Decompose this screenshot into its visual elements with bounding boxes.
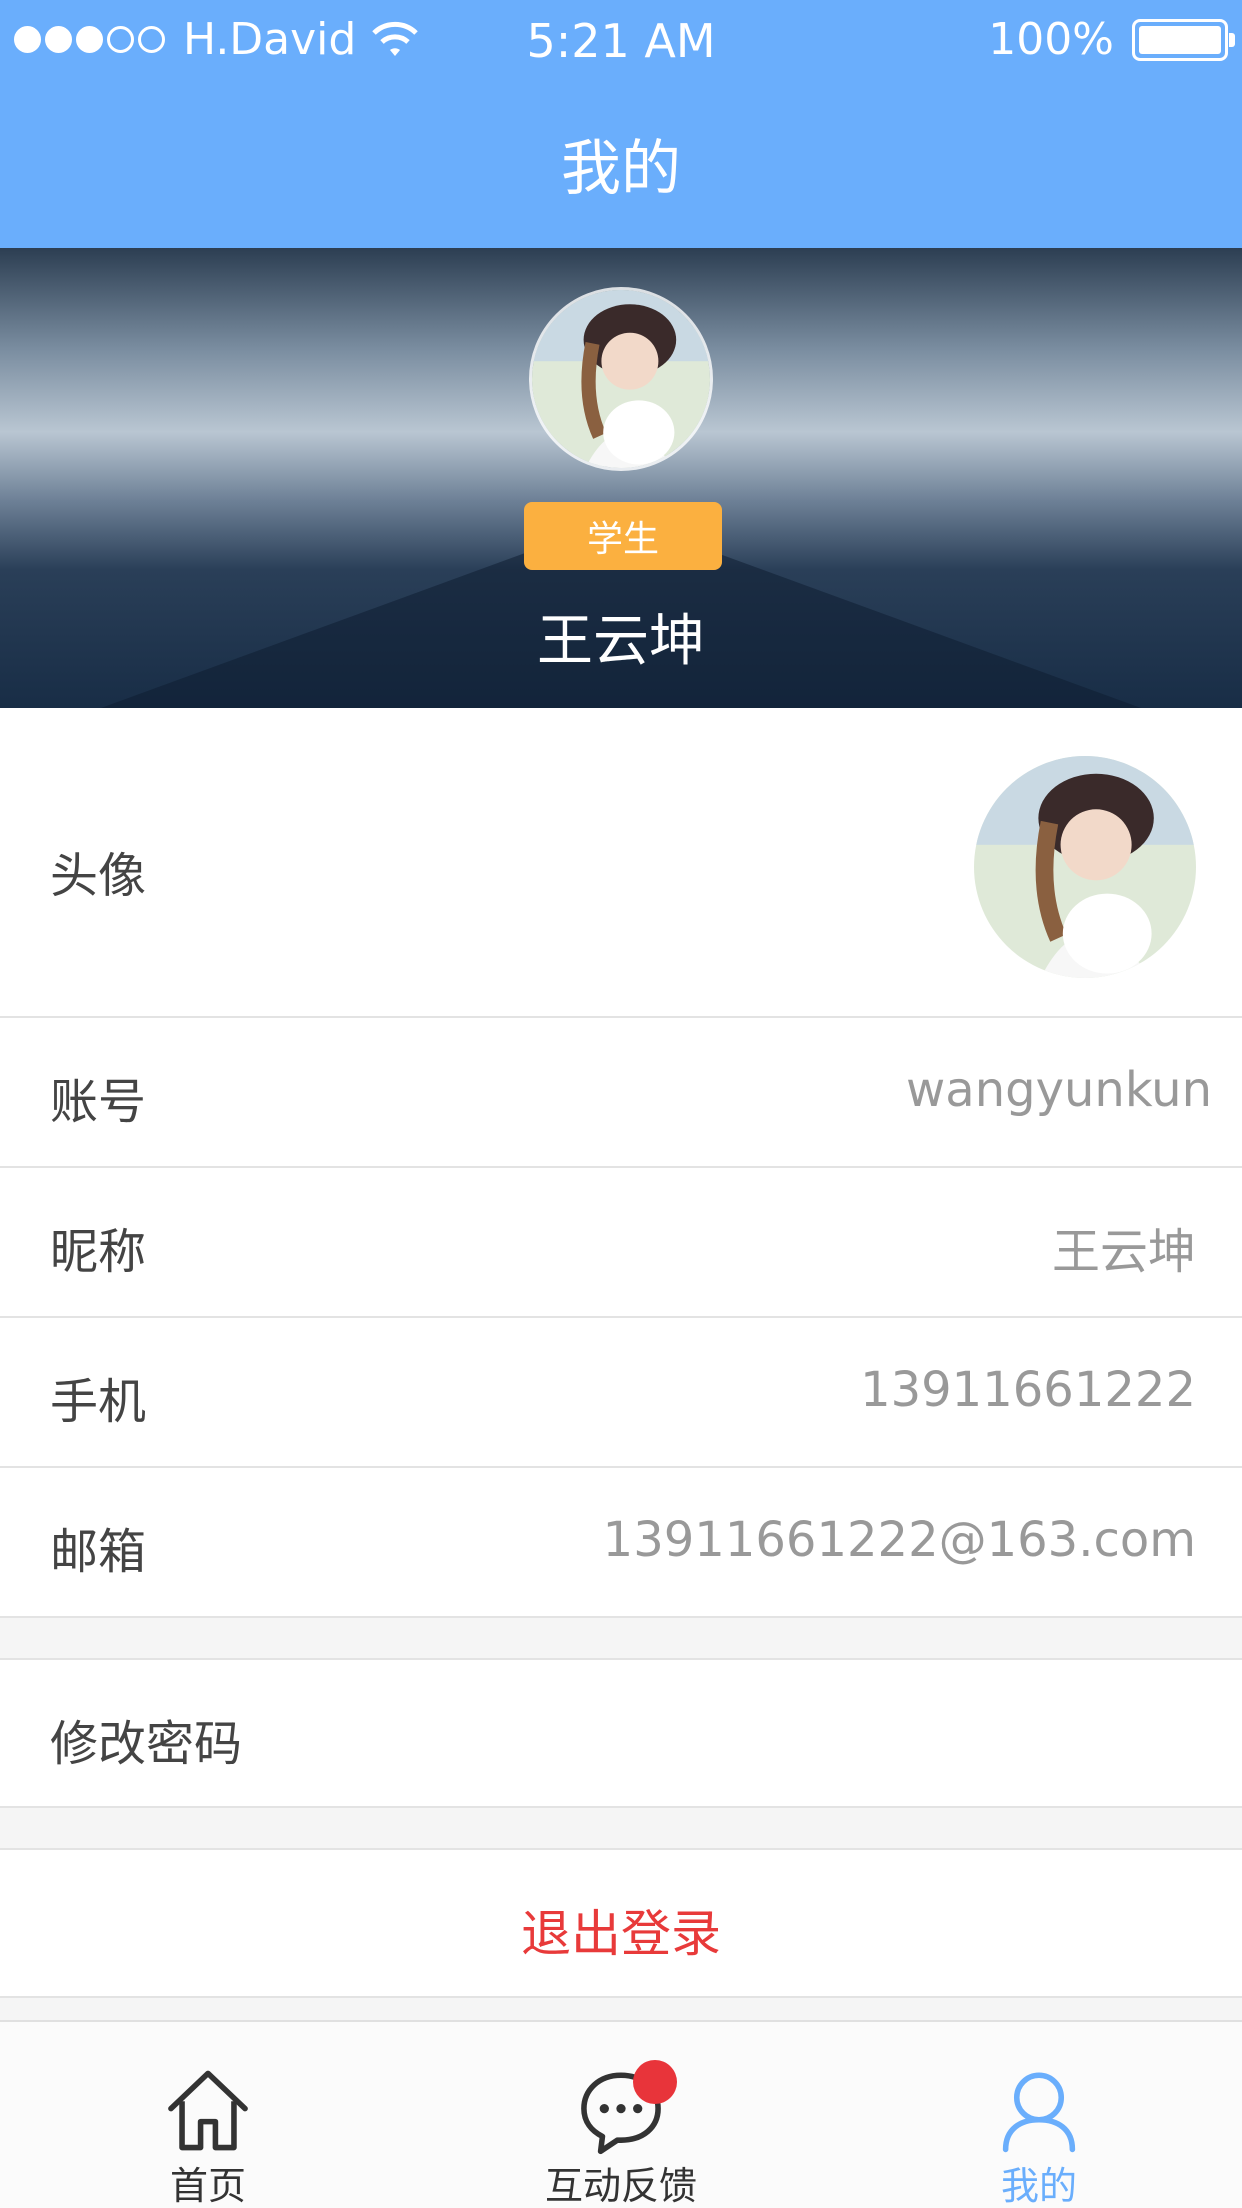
email-label: 邮箱 bbox=[50, 1524, 147, 1580]
tab-mine[interactable]: 我的 bbox=[889, 2022, 1189, 2208]
battery: 100% bbox=[988, 14, 1235, 65]
profile-name: 王云坤 bbox=[537, 609, 705, 674]
avatar-row[interactable]: 头像 bbox=[0, 708, 1242, 1018]
change-password-label: 修改密码 bbox=[50, 1716, 243, 1772]
account-label: 账号 bbox=[50, 1074, 147, 1130]
phone-label: 手机 bbox=[50, 1374, 147, 1430]
status-bar: H.David 5:21 AM 100% bbox=[0, 0, 1242, 80]
tab-home[interactable]: 首页 bbox=[58, 2022, 358, 2208]
nickname-label: 昵称 bbox=[50, 1224, 147, 1280]
change-password-row[interactable]: 修改密码 bbox=[0, 1658, 1242, 1808]
profile-hero: 学生 王云坤 bbox=[0, 248, 1242, 708]
notification-dot bbox=[633, 2060, 677, 2104]
tab-home-label: 首页 bbox=[169, 2164, 246, 2208]
user-icon bbox=[1002, 2072, 1076, 2153]
account-row[interactable]: 账号 wangyunkun bbox=[0, 1018, 1242, 1168]
page-title: 我的 bbox=[561, 134, 681, 204]
account-value: wangyunkun bbox=[906, 1062, 1212, 1118]
phone-row[interactable]: 手机 13911661222 bbox=[0, 1318, 1242, 1468]
nickname-row[interactable]: 昵称 王云坤 bbox=[0, 1168, 1242, 1318]
role-badge: 学生 bbox=[524, 502, 722, 570]
avatar-label: 头像 bbox=[50, 848, 147, 904]
avatar-image-icon bbox=[974, 756, 1196, 978]
nickname-value: 王云坤 bbox=[1051, 1224, 1196, 1280]
logout-button[interactable]: 退出登录 bbox=[0, 1848, 1242, 1998]
hero-avatar[interactable] bbox=[529, 287, 713, 471]
tab-feedback[interactable]: 互动反馈 bbox=[471, 2022, 771, 2208]
tab-mine-label: 我的 bbox=[1000, 2164, 1077, 2208]
home-icon bbox=[168, 2070, 248, 2151]
phone-value: 13911661222 bbox=[860, 1362, 1196, 1418]
email-row[interactable]: 邮箱 13911661222@163.com bbox=[0, 1468, 1242, 1618]
battery-icon bbox=[1132, 18, 1235, 61]
avatar-image-icon bbox=[532, 290, 710, 468]
header: H.David 5:21 AM 100% 我的 bbox=[0, 0, 1242, 248]
battery-percent: 100% bbox=[988, 14, 1114, 65]
tab-bar: 首页 互动反馈 我的 bbox=[0, 2020, 1242, 2208]
avatar[interactable] bbox=[974, 756, 1196, 978]
email-value: 13911661222@163.com bbox=[602, 1512, 1196, 1568]
logout-label: 退出登录 bbox=[521, 1905, 721, 1963]
tab-feedback-label: 互动反馈 bbox=[544, 2164, 697, 2208]
